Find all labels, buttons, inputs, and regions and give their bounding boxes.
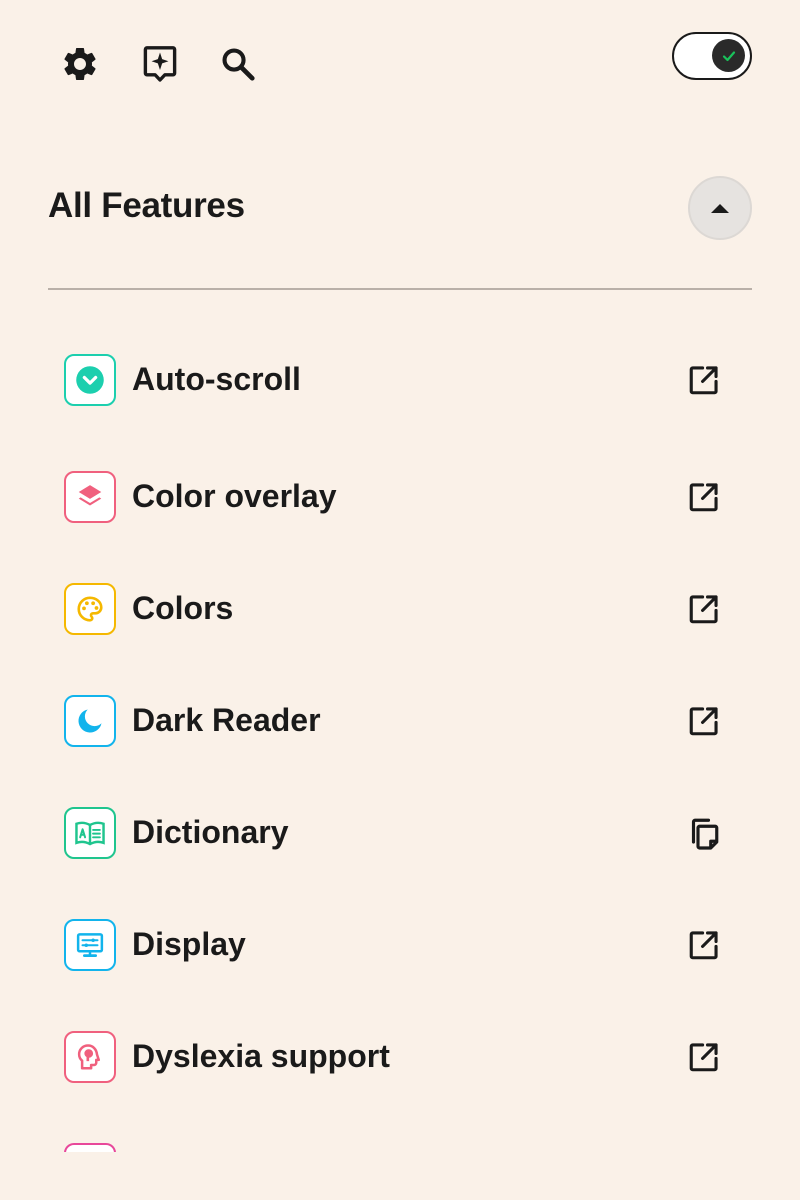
open-external-button[interactable] <box>684 589 724 629</box>
feature-label: Dictionary <box>132 814 289 850</box>
open-external-button[interactable] <box>684 360 724 400</box>
open-external-button[interactable] <box>684 925 724 965</box>
copy-button[interactable] <box>684 813 724 853</box>
feature-icon-badge <box>64 471 116 523</box>
feature-list: Auto-scroll Color overlay Colors Dark Re… <box>0 0 800 1152</box>
feature-dictionary[interactable]: Dictionary <box>48 793 752 873</box>
feature-label: Dyslexia support <box>132 1038 390 1074</box>
feature-dyslexia-support[interactable]: Dyslexia support <box>48 1017 752 1097</box>
feature-colors[interactable]: Colors <box>48 569 752 649</box>
feature-icon-badge <box>64 807 116 859</box>
open-external-button[interactable] <box>684 1037 724 1077</box>
head-icon <box>77 1044 100 1070</box>
feature-icon-badge <box>64 583 116 635</box>
feature-dark-reader[interactable]: Dark Reader <box>48 681 752 761</box>
feature-display[interactable]: Display <box>48 905 752 985</box>
feature-icon-badge <box>64 354 116 406</box>
feature-icon-badge <box>64 1031 116 1083</box>
feature-label: Colors <box>132 590 234 626</box>
open-external-icon <box>689 366 718 395</box>
feature-label: Auto-scroll <box>132 361 301 397</box>
layers-icon <box>78 485 102 506</box>
feature-icon-badge <box>64 1143 116 1152</box>
feature-icon-badge <box>64 695 116 747</box>
open-external-icon <box>689 483 718 512</box>
open-external-button[interactable] <box>684 477 724 517</box>
book-icon <box>75 821 105 846</box>
palette-icon <box>77 596 103 622</box>
open-external-icon <box>689 931 718 960</box>
moon-icon <box>78 709 102 733</box>
feature-label: Color overlay <box>132 478 337 514</box>
open-external-icon <box>689 707 718 736</box>
feature-label: Dark Reader <box>132 702 321 738</box>
open-external-button[interactable] <box>684 701 724 741</box>
copy-icon <box>691 818 719 850</box>
feature-color-overlay[interactable]: Color overlay <box>48 457 752 537</box>
monitor-icon <box>76 933 104 957</box>
chevron-circle-icon <box>76 366 104 394</box>
open-external-icon <box>689 595 718 624</box>
feature-label: Display <box>132 926 246 962</box>
feature-icon-badge <box>64 919 116 971</box>
feature-partial-next[interactable] <box>48 1129 752 1152</box>
feature-auto-scroll[interactable]: Auto-scroll <box>48 340 752 420</box>
open-external-icon <box>689 1043 718 1072</box>
